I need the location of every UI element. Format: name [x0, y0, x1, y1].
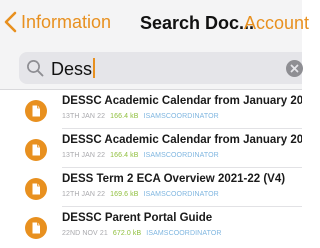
document-date: 13TH JAN 22: [62, 152, 106, 159]
results-list: DESSC Academic Calendar from January 202…: [0, 90, 302, 246]
document-meta: 13TH JAN 22 166.4 kB ISAMSCOORDINATOR: [62, 152, 219, 159]
document-icon: [25, 217, 47, 239]
document-meta: 12TH JAN 22 169.6 kB ISAMSCOORDINATOR: [62, 191, 219, 198]
document-title: DESS Term 2 ECA Overview 2021-22 (V4): [62, 173, 286, 185]
list-item[interactable]: DESSC Academic Calendar from January 202…: [0, 90, 302, 129]
document-title: DESSC Academic Calendar from January 202…: [62, 134, 302, 146]
document-size: 166.4 kB: [110, 113, 139, 120]
document-date: 12TH JAN 22: [62, 191, 106, 198]
document-size: 672.0 kB: [112, 230, 142, 237]
document-icon: [25, 178, 47, 200]
back-button-label[interactable]: Information: [21, 12, 111, 33]
document-date: 22ND NOV 21: [62, 230, 108, 237]
document-meta: 13TH JAN 22 166.4 kB ISAMSCOORDINATOR: [62, 113, 219, 120]
magnifying-glass-icon: [27, 60, 44, 77]
list-item[interactable]: DESSC Parent Portal Guide 22ND NOV 21 672…: [0, 207, 302, 246]
document-author: ISAMSCOORDINATOR: [146, 230, 222, 237]
document-size: 169.6 kB: [110, 191, 139, 198]
document-icon: [25, 100, 47, 122]
document-date: 13TH JAN 22: [62, 113, 106, 120]
search-bar: Dess: [0, 48, 303, 89]
back-button[interactable]: Information: [4, 9, 111, 35]
document-title: DESSC Academic Calendar from January 202…: [62, 95, 302, 107]
document-title: DESSC Parent Portal Guide: [62, 212, 213, 224]
document-icon: [25, 139, 47, 161]
search-input[interactable]: Dess: [19, 52, 303, 84]
list-item[interactable]: DESS Term 2 ECA Overview 2021-22 (V4) 12…: [0, 168, 302, 207]
search-query[interactable]: Dess: [51, 59, 92, 79]
document-size: 166.4 kB: [110, 152, 139, 159]
list-item[interactable]: DESSC Academic Calendar from January 202…: [0, 129, 302, 168]
clear-x-icon[interactable]: [286, 60, 303, 77]
document-meta: 22ND NOV 21 672.0 kB ISAMSCOORDINATOR: [62, 230, 222, 237]
document-author: ISAMSCOORDINATOR: [143, 113, 219, 120]
navigation-bar: Information Search Doc... Account: [0, 0, 309, 48]
search-input-text[interactable]: Dess: [51, 58, 96, 80]
document-author: ISAMSCOORDINATOR: [143, 152, 219, 159]
page-title: Search Doc...: [140, 13, 255, 33]
chevron-left-icon: [4, 11, 17, 33]
text-cursor: [93, 58, 96, 78]
document-author: ISAMSCOORDINATOR: [143, 191, 219, 198]
account-button[interactable]: Account: [244, 13, 309, 34]
